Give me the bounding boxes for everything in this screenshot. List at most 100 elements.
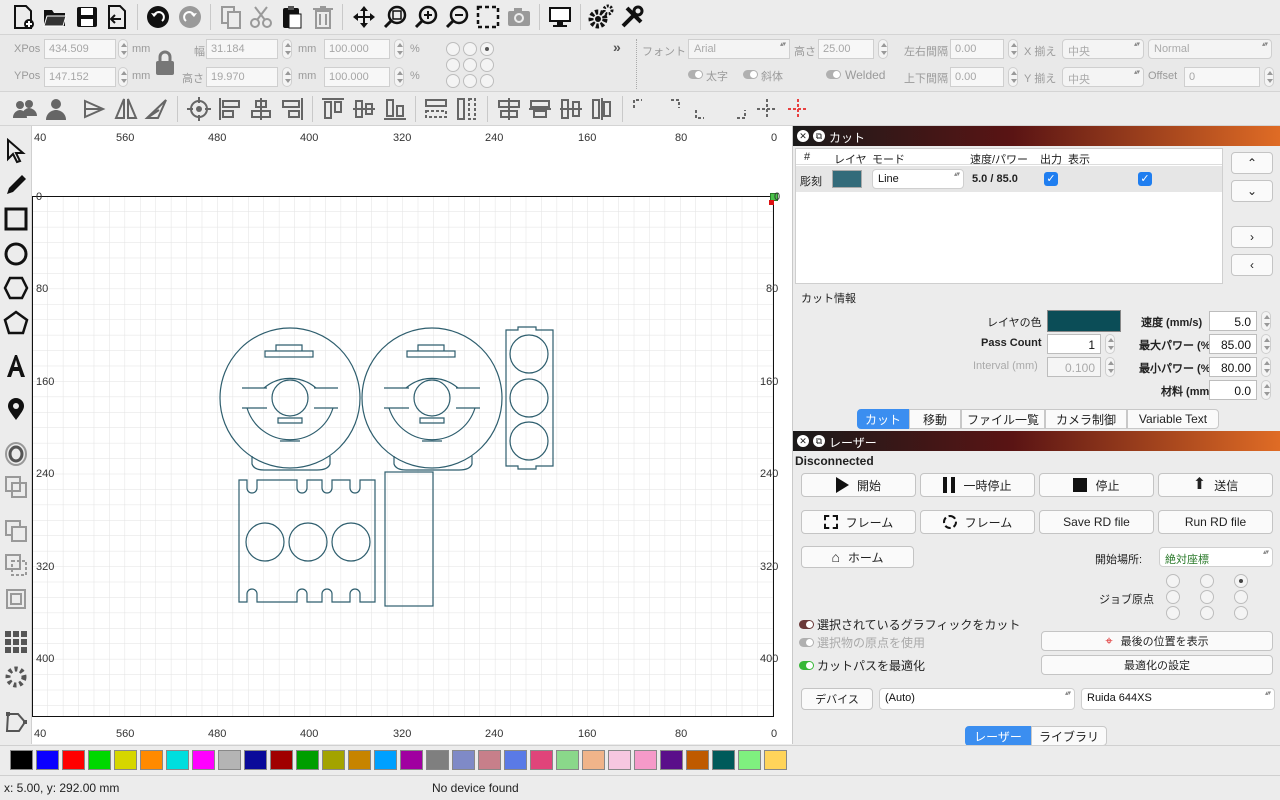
hspace-stepper[interactable]: [1008, 39, 1018, 59]
tab-file-list[interactable]: ファイル一覧: [961, 409, 1045, 429]
scale-x-stepper[interactable]: [394, 39, 404, 59]
palette-swatch[interactable]: [504, 750, 527, 770]
zoom-out-icon[interactable]: [442, 2, 472, 32]
interval-field[interactable]: 0.100: [1047, 357, 1101, 377]
width-stepper[interactable]: [282, 39, 292, 59]
align-hcenter-icon[interactable]: [246, 94, 276, 124]
align-top-icon[interactable]: [318, 94, 348, 124]
palette-swatch[interactable]: [348, 750, 371, 770]
tab-cut[interactable]: カット: [857, 409, 909, 429]
move-icon[interactable]: [349, 2, 379, 32]
port-select[interactable]: (Auto): [879, 688, 1075, 710]
scale-x-field[interactable]: 100.000: [324, 39, 390, 59]
text-tool-icon[interactable]: [1, 351, 31, 381]
palette-swatch[interactable]: [270, 750, 293, 770]
float-panel-icon[interactable]: ⧉: [813, 435, 825, 447]
palette-swatch[interactable]: [426, 750, 449, 770]
xpos-field[interactable]: 434.509: [44, 39, 116, 59]
palette-swatch[interactable]: [478, 750, 501, 770]
circular-array-icon[interactable]: [1, 662, 31, 692]
boolean-union-icon[interactable]: [1, 472, 31, 502]
layer-mode-select[interactable]: Line: [872, 169, 964, 189]
job-origin-radio[interactable]: [1200, 590, 1214, 604]
same-width-icon[interactable]: [421, 94, 451, 124]
layer-prev-button[interactable]: ‹: [1231, 254, 1273, 276]
anchor-dot[interactable]: [480, 58, 494, 72]
ungroup-icon[interactable]: [41, 94, 71, 124]
same-height-icon[interactable]: [452, 94, 482, 124]
anchor-dot[interactable]: [463, 74, 477, 88]
anchor-dot[interactable]: [446, 58, 460, 72]
move-to-laser-icon[interactable]: [783, 94, 813, 124]
tab-camera-control[interactable]: カメラ制御: [1045, 409, 1127, 429]
speed-stepper[interactable]: [1261, 311, 1271, 331]
tab-laser[interactable]: レーザー: [965, 726, 1031, 746]
offset-field[interactable]: 0: [1184, 67, 1260, 87]
palette-swatch[interactable]: [218, 750, 241, 770]
job-origin-radio[interactable]: [1166, 606, 1180, 620]
redo-icon[interactable]: [175, 2, 205, 32]
distribute-v2-icon[interactable]: [587, 94, 617, 124]
cut-selected-toggle[interactable]: [799, 620, 814, 629]
open-folder-icon[interactable]: [40, 2, 70, 32]
rectangle-tool-icon[interactable]: [1, 204, 31, 234]
align-center-icon[interactable]: [184, 94, 214, 124]
rotate-icon[interactable]: [142, 94, 172, 124]
job-origin-radio[interactable]: [1166, 574, 1180, 588]
palette-swatch[interactable]: [712, 750, 735, 770]
yalign-select[interactable]: 中央: [1062, 67, 1144, 87]
style-select[interactable]: Normal: [1148, 39, 1272, 59]
group-icon[interactable]: [10, 94, 40, 124]
scale-y-field[interactable]: 100.000: [324, 67, 390, 87]
palette-swatch[interactable]: [192, 750, 215, 770]
rubber-band-frame-button[interactable]: フレーム: [920, 510, 1035, 534]
work-canvas[interactable]: 40 560 480 400 320 240 160 80 0 40 560 4…: [32, 126, 792, 744]
lock-icon[interactable]: [153, 48, 177, 78]
move-top-right-icon[interactable]: [659, 94, 689, 124]
job-origin-radio[interactable]: [1234, 590, 1248, 604]
show-last-position-button[interactable]: ⌖ 最後の位置を表示: [1041, 631, 1273, 651]
palette-swatch[interactable]: [608, 750, 631, 770]
use-origin-toggle[interactable]: [799, 638, 814, 647]
palette-swatch[interactable]: [556, 750, 579, 770]
align-bottom-icon[interactable]: [380, 94, 410, 124]
polygon-tool-icon[interactable]: [1, 273, 31, 303]
max-power-field[interactable]: 85.00: [1209, 334, 1257, 354]
palette-swatch[interactable]: [62, 750, 85, 770]
interval-stepper[interactable]: [1105, 357, 1115, 377]
draw-line-tool-icon[interactable]: [1, 170, 31, 200]
job-origin-radio[interactable]: [1200, 574, 1214, 588]
offset-tool-icon[interactable]: [1, 439, 31, 469]
xalign-select[interactable]: 中央: [1062, 39, 1144, 59]
expand-toolbar-button[interactable]: »: [613, 39, 621, 55]
anchor-dot[interactable]: [463, 42, 477, 56]
ellipse-tool-icon[interactable]: [1, 239, 31, 269]
font-height-stepper[interactable]: [878, 39, 888, 59]
save-icon[interactable]: [72, 2, 102, 32]
palette-swatch[interactable]: [36, 750, 59, 770]
layer-row[interactable]: 彫刻 Line 5.0 / 85.0 ✓ ✓: [796, 166, 1222, 192]
max-power-stepper[interactable]: [1261, 334, 1271, 354]
tab-library[interactable]: ライブラリ: [1031, 726, 1107, 746]
material-stepper[interactable]: [1261, 380, 1271, 400]
start-button[interactable]: 開始: [801, 473, 916, 497]
anchor-dot[interactable]: [446, 74, 460, 88]
palette-swatch[interactable]: [88, 750, 111, 770]
tab-variable-text[interactable]: Variable Text: [1127, 409, 1219, 429]
min-power-stepper[interactable]: [1261, 357, 1271, 377]
bold-toggle[interactable]: [688, 70, 703, 79]
ypos-stepper[interactable]: [118, 67, 128, 87]
palette-swatch[interactable]: [738, 750, 761, 770]
height-field[interactable]: 19.970: [206, 67, 278, 87]
hspace-field[interactable]: 0.00: [950, 39, 1004, 59]
vspace-stepper[interactable]: [1008, 67, 1018, 87]
tools-icon[interactable]: [617, 2, 647, 32]
job-origin-radio[interactable]: [1234, 606, 1248, 620]
layer-next-button[interactable]: ›: [1231, 226, 1273, 248]
boolean-subtract-icon[interactable]: [1, 516, 31, 546]
palette-swatch[interactable]: [634, 750, 657, 770]
palette-swatch[interactable]: [322, 750, 345, 770]
pass-count-stepper[interactable]: [1105, 334, 1115, 354]
zoom-fit-icon[interactable]: [380, 2, 410, 32]
flip-horizontal-icon[interactable]: [80, 94, 110, 124]
